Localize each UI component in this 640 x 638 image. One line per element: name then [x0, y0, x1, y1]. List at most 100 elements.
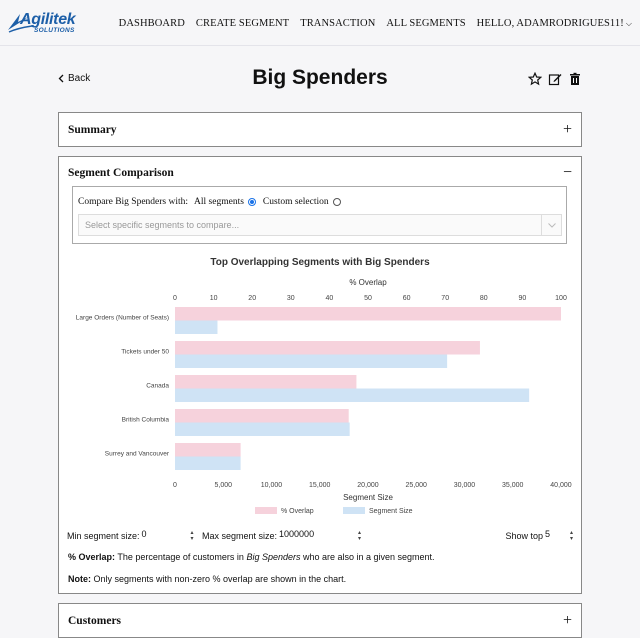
user-greeting: HELLO, ADAMRODRIGUES11!	[476, 17, 624, 29]
compare-row: Compare Big Spenders with: All segments …	[78, 197, 341, 207]
overlap-bar	[175, 341, 480, 355]
radio-custom-selection[interactable]	[332, 198, 341, 206]
top-tick-label: 20	[248, 295, 256, 302]
bottom-tick-label: 40,000	[550, 482, 572, 489]
overlap-note-label: % Overlap:	[68, 552, 116, 562]
overlap-bar	[175, 409, 349, 423]
top-axis-label: % Overlap	[349, 278, 387, 287]
nav-all-segments[interactable]: ALL SEGMENTS	[386, 18, 465, 29]
summary-panel-header[interactable]: Summary +	[59, 113, 581, 147]
trash-icon[interactable]	[568, 72, 582, 86]
customers-panel: Customers +	[58, 603, 582, 638]
min-size-value: 0	[141, 529, 147, 539]
top-tick-label: 30	[287, 295, 295, 302]
bottom-tick-label: 20,000	[357, 482, 379, 489]
bottom-tick-label: 25,000	[406, 482, 428, 489]
nav-links: DASHBOARD CREATE SEGMENT TRANSACTION ALL…	[119, 0, 632, 46]
overlap-note-segment: Big Spenders	[246, 552, 301, 562]
user-menu[interactable]: HELLO, ADAMRODRIGUES11! ⌵	[477, 18, 632, 29]
page-header: Back Big Spenders	[58, 64, 582, 98]
chart-note: Note: Only segments with non-zero % over…	[68, 574, 346, 584]
top-tick-label: 10	[210, 295, 218, 302]
category-label: Canada	[146, 383, 169, 390]
customers-title: Customers	[68, 615, 122, 627]
expand-icon[interactable]: +	[563, 121, 572, 139]
summary-title: Summary	[68, 124, 117, 136]
max-size-input[interactable]: 1000000 ▴ ▾	[279, 529, 361, 543]
bottom-tick-label: 0	[173, 482, 177, 489]
overlap-bar	[175, 307, 561, 321]
bottom-tick-label: 15,000	[309, 482, 331, 489]
chart-title: Top Overlapping Segments with Big Spende…	[210, 257, 430, 268]
show-top-input[interactable]: 5 ▴ ▾	[545, 529, 573, 543]
top-tick-label: 100	[555, 295, 567, 302]
overlap-bar-chart: Top Overlapping Segments with Big Spende…	[76, 257, 572, 515]
segment-select-placeholder: Select specific segments to compare...	[85, 220, 240, 230]
top-tick-label: 80	[480, 295, 488, 302]
comparison-panel-header[interactable]: Segment Comparison −	[59, 157, 581, 189]
summary-panel: Summary +	[58, 112, 582, 147]
category-label: British Columbia	[122, 417, 170, 424]
min-size-control: Min segment size: 0 ▴ ▾	[67, 529, 194, 543]
chart-controls: Min segment size: 0 ▴ ▾ Max segment size: …	[67, 526, 573, 544]
edit-icon[interactable]	[548, 72, 562, 86]
legend-swatch	[343, 507, 365, 514]
option-custom-label: Custom selection	[262, 197, 329, 207]
overlap-bar	[175, 375, 357, 389]
nav-transaction[interactable]: TRANSACTION	[300, 18, 375, 29]
spinner-icon[interactable]: ▴ ▾	[358, 530, 361, 542]
min-size-input[interactable]: 0 ▴ ▾	[142, 529, 194, 543]
top-tick-label: 0	[173, 295, 177, 302]
bottom-tick-label: 5,000	[214, 482, 232, 489]
comparison-title: Segment Comparison	[68, 167, 174, 179]
top-tick-label: 60	[403, 295, 411, 302]
note-label: Note:	[68, 574, 91, 584]
category-label: Large Orders (Number of Seats)	[76, 315, 169, 322]
top-tick-label: 90	[519, 295, 527, 302]
show-top-label: Show top	[505, 531, 543, 541]
show-top-control: Show top 5 ▴ ▾	[505, 529, 573, 543]
segment-comparison-panel: Segment Comparison − Compare Big Spender…	[58, 156, 582, 594]
bottom-tick-label: 30,000	[454, 482, 476, 489]
segment-size-bar	[175, 320, 218, 334]
compare-label: Compare Big Spenders with:	[78, 197, 189, 207]
overlap-note-post: who are also in a given segment.	[300, 552, 435, 562]
compare-options-box: Compare Big Spenders with: All segments …	[72, 186, 567, 244]
show-top-value: 5	[545, 529, 551, 539]
top-tick-label: 70	[441, 295, 449, 302]
overlap-note: % Overlap: The percentage of customers i…	[68, 552, 435, 562]
max-size-value: 1000000	[279, 529, 315, 539]
spinner-icon[interactable]: ▴ ▾	[191, 530, 194, 542]
segment-size-bar	[175, 456, 241, 470]
chevron-down-icon[interactable]	[541, 215, 561, 235]
segment-select[interactable]: Select specific segments to compare...	[78, 214, 562, 236]
max-size-label: Max segment size:	[202, 531, 278, 541]
segment-size-bar	[175, 354, 448, 368]
legend-label: % Overlap	[281, 508, 314, 515]
nav-dashboard[interactable]: DASHBOARD	[119, 18, 185, 29]
nav-create-segment[interactable]: CREATE SEGMENT	[196, 18, 289, 29]
top-navbar: Agilitek SOLUTIONS DASHBOARD CREATE SEGM…	[0, 0, 640, 46]
segment-size-bar	[175, 422, 350, 436]
page-title: Big Spenders	[252, 66, 388, 89]
customers-panel-header[interactable]: Customers +	[59, 604, 581, 638]
bottom-tick-label: 10,000	[261, 482, 283, 489]
star-icon[interactable]	[527, 71, 543, 86]
radio-all-segments[interactable]	[247, 198, 256, 206]
collapse-icon[interactable]: −	[563, 164, 572, 182]
note-text: Only segments with non-zero % overlap ar…	[91, 574, 347, 584]
expand-icon[interactable]: +	[563, 612, 572, 630]
top-tick-label: 40	[326, 295, 334, 302]
bottom-tick-label: 35,000	[502, 482, 524, 489]
min-size-label: Min segment size:	[67, 531, 140, 541]
category-label: Surrey and Vancouver	[105, 451, 170, 458]
spinner-icon[interactable]: ▴ ▾	[570, 530, 573, 542]
overlap-bar	[175, 443, 241, 457]
legend-label: Segment Size	[369, 508, 413, 515]
header-actions	[527, 71, 582, 86]
chevron-down-icon: ⌵	[625, 18, 632, 28]
segment-size-bar	[175, 388, 530, 402]
overlap-note-pre: The percentage of customers in	[115, 552, 247, 562]
category-label: Tickets under 50	[121, 349, 169, 356]
company-logo[interactable]: Agilitek SOLUTIONS	[6, 8, 78, 38]
